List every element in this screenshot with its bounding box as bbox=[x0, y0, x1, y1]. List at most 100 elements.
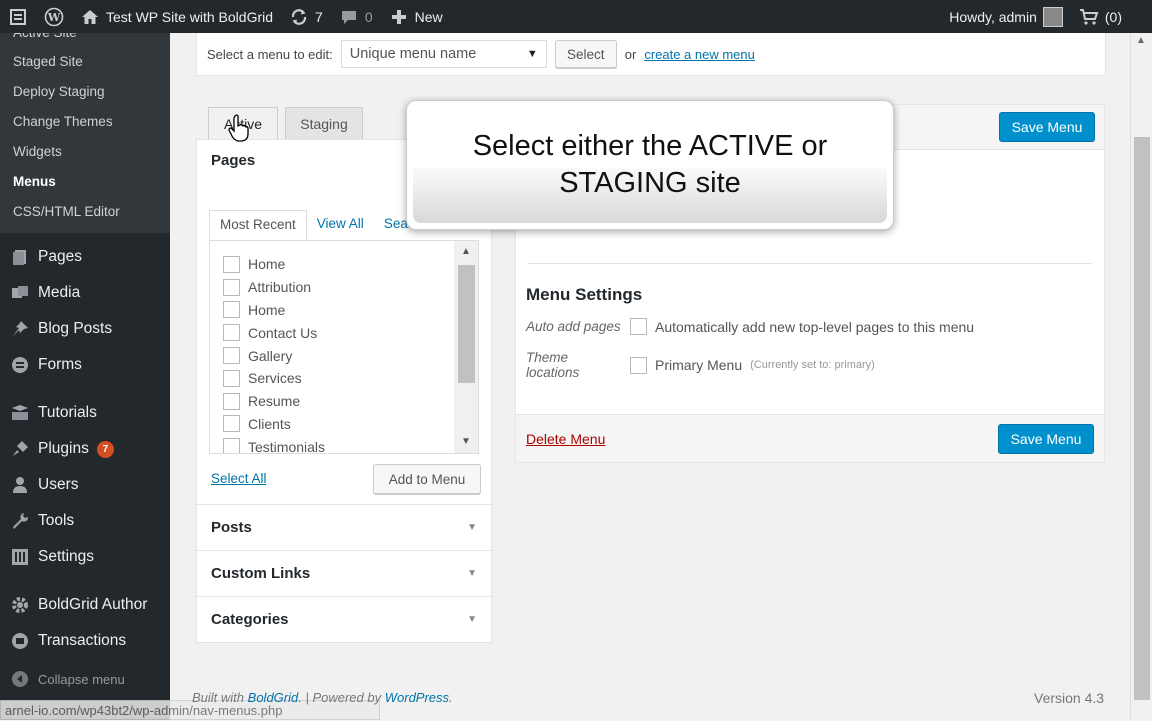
updates-link[interactable]: 7 bbox=[281, 0, 331, 33]
pages-tabs: Most Recent View All Search bbox=[209, 210, 437, 240]
list-item[interactable]: Contact Us bbox=[210, 321, 478, 344]
appearance-submenu: Active Site Staged Site Deploy Staging C… bbox=[0, 33, 170, 233]
sidebar-item-pages[interactable]: Pages bbox=[0, 239, 170, 275]
cart-count: (0) bbox=[1104, 8, 1122, 25]
admin-bar: W Test WP Site with BoldGrid 7 0 New How… bbox=[0, 0, 1152, 33]
add-to-menu-button[interactable]: Add to Menu bbox=[373, 464, 481, 494]
select-menu-button[interactable]: Select bbox=[554, 40, 617, 68]
sidebar-item-media[interactable]: Media bbox=[0, 275, 170, 311]
list-item[interactable]: Attribution bbox=[210, 276, 478, 299]
accordion-title: Categories bbox=[211, 611, 289, 628]
posts-metabox[interactable]: Posts ▼ bbox=[196, 505, 492, 551]
submenu-staged-site[interactable]: Staged Site bbox=[0, 47, 170, 77]
list-item[interactable]: Home bbox=[210, 253, 478, 276]
save-menu-button-bottom[interactable]: Save Menu bbox=[998, 423, 1094, 454]
submenu-active-site[interactable]: Active Site bbox=[0, 33, 170, 47]
page-scroll-thumb[interactable] bbox=[1134, 137, 1150, 700]
site-name-link[interactable]: Test WP Site with BoldGrid bbox=[72, 0, 281, 33]
sidebar-item-label: Blog Posts bbox=[38, 320, 113, 337]
new-content-link[interactable]: New bbox=[381, 0, 451, 33]
sidebar-item-blog-posts[interactable]: Blog Posts bbox=[0, 311, 170, 347]
accordion-title: Custom Links bbox=[211, 565, 311, 582]
submenu-deploy-staging[interactable]: Deploy Staging bbox=[0, 77, 170, 107]
boldgrid-link[interactable]: BoldGrid bbox=[248, 690, 299, 705]
delete-menu-link[interactable]: Delete Menu bbox=[526, 431, 605, 447]
list-item[interactable]: Gallery bbox=[210, 344, 478, 367]
collapse-icon bbox=[10, 669, 30, 689]
list-item[interactable]: Services bbox=[210, 367, 478, 390]
categories-metabox[interactable]: Categories ▼ bbox=[196, 597, 492, 643]
scroll-up-icon[interactable]: ▲ bbox=[1136, 35, 1146, 46]
sidebar-item-tools[interactable]: Tools bbox=[0, 503, 170, 539]
page-checkbox[interactable] bbox=[223, 347, 240, 365]
wordpress-icon: W bbox=[44, 7, 64, 27]
tab-view-all[interactable]: View All bbox=[307, 210, 374, 240]
page-checkbox[interactable] bbox=[223, 415, 240, 433]
custom-links-metabox[interactable]: Custom Links ▼ bbox=[196, 551, 492, 597]
page-scrollbar[interactable]: ▲ bbox=[1130, 33, 1152, 720]
wp-logo-menu[interactable]: W bbox=[36, 0, 72, 33]
submenu-menus[interactable]: Menus bbox=[0, 167, 170, 197]
submenu-css-html-editor[interactable]: CSS/HTML Editor bbox=[0, 197, 170, 227]
sidebar-item-tutorials[interactable]: Tutorials bbox=[0, 395, 170, 431]
comments-link[interactable]: 0 bbox=[331, 0, 381, 33]
page-checkbox[interactable] bbox=[223, 255, 240, 273]
sidebar-item-users[interactable]: Users bbox=[0, 467, 170, 503]
wordpress-link[interactable]: WordPress bbox=[385, 690, 449, 705]
admin-footer: Built with BoldGrid. | Powered by WordPr… bbox=[192, 690, 453, 705]
auto-add-text: Automatically add new top-level pages to… bbox=[655, 318, 975, 335]
avatar bbox=[1042, 6, 1063, 27]
my-account[interactable]: Howdy, admin bbox=[941, 0, 1071, 33]
sidebar-item-transactions[interactable]: Transactions bbox=[0, 623, 170, 659]
page-checkbox[interactable] bbox=[223, 278, 240, 296]
scroll-thumb[interactable] bbox=[458, 265, 475, 383]
page-checkbox[interactable] bbox=[223, 392, 240, 410]
select-all-link[interactable]: Select All bbox=[211, 471, 267, 486]
list-item[interactable]: Home bbox=[210, 299, 478, 322]
pin-icon bbox=[10, 319, 30, 339]
collapse-menu-button[interactable]: Collapse menu bbox=[0, 661, 170, 697]
scroll-down-icon[interactable]: ▼ bbox=[458, 435, 474, 449]
tab-staging[interactable]: Staging bbox=[285, 107, 363, 139]
sidebar-item-plugins[interactable]: Plugins 7 bbox=[0, 431, 170, 467]
dashboard-menu[interactable] bbox=[0, 0, 36, 33]
submenu-widgets[interactable]: Widgets bbox=[0, 137, 170, 167]
pages-metabox-title[interactable]: Pages bbox=[211, 152, 255, 169]
menu-select-bar: Select a menu to edit: Unique menu name … bbox=[196, 33, 1106, 76]
version-text: Version 4.3 bbox=[1034, 690, 1105, 706]
gear-icon bbox=[10, 595, 30, 615]
settings-icon bbox=[10, 547, 30, 567]
sidebar-item-forms[interactable]: Forms bbox=[0, 347, 170, 383]
footer-period: . bbox=[449, 690, 453, 705]
list-item[interactable]: Clients bbox=[210, 413, 478, 436]
sidebar-item-label: Pages bbox=[38, 248, 82, 265]
list-item[interactable]: Testimonials bbox=[210, 435, 478, 454]
list-item[interactable]: Resume bbox=[210, 390, 478, 413]
sidebar-item-settings[interactable]: Settings bbox=[0, 539, 170, 575]
page-checkbox[interactable] bbox=[223, 301, 240, 319]
save-menu-button-top[interactable]: Save Menu bbox=[999, 112, 1095, 142]
primary-menu-checkbox[interactable] bbox=[630, 356, 647, 374]
sidebar-item-label: Tools bbox=[38, 512, 75, 529]
cart-link[interactable]: (0) bbox=[1071, 0, 1152, 33]
checklist-scrollbar[interactable]: ▲ ▼ bbox=[454, 241, 478, 453]
create-menu-link[interactable]: create a new menu bbox=[644, 47, 755, 62]
page-checkbox[interactable] bbox=[223, 369, 240, 387]
menu-footer: Delete Menu Save Menu bbox=[515, 415, 1105, 463]
tab-most-recent[interactable]: Most Recent bbox=[209, 210, 307, 240]
menu-select-dropdown[interactable]: Unique menu name ▼ bbox=[340, 40, 547, 68]
scroll-up-icon[interactable]: ▲ bbox=[458, 245, 474, 259]
primary-menu-note: (Currently set to: primary) bbox=[750, 359, 875, 371]
page-label: Testimonials bbox=[248, 438, 326, 454]
sidebar-item-boldgrid-author[interactable]: BoldGrid Author bbox=[0, 587, 170, 623]
page-checkbox[interactable] bbox=[223, 324, 240, 342]
auto-add-checkbox[interactable] bbox=[630, 318, 647, 335]
svg-text:W: W bbox=[47, 11, 61, 24]
page-checkbox[interactable] bbox=[223, 438, 240, 453]
forms-icon bbox=[10, 355, 30, 375]
submenu-change-themes[interactable]: Change Themes bbox=[0, 107, 170, 137]
plus-icon bbox=[389, 7, 409, 27]
site-name: Test WP Site with BoldGrid bbox=[106, 8, 274, 25]
chevron-down-icon: ▼ bbox=[467, 614, 477, 625]
comment-icon bbox=[339, 7, 359, 27]
